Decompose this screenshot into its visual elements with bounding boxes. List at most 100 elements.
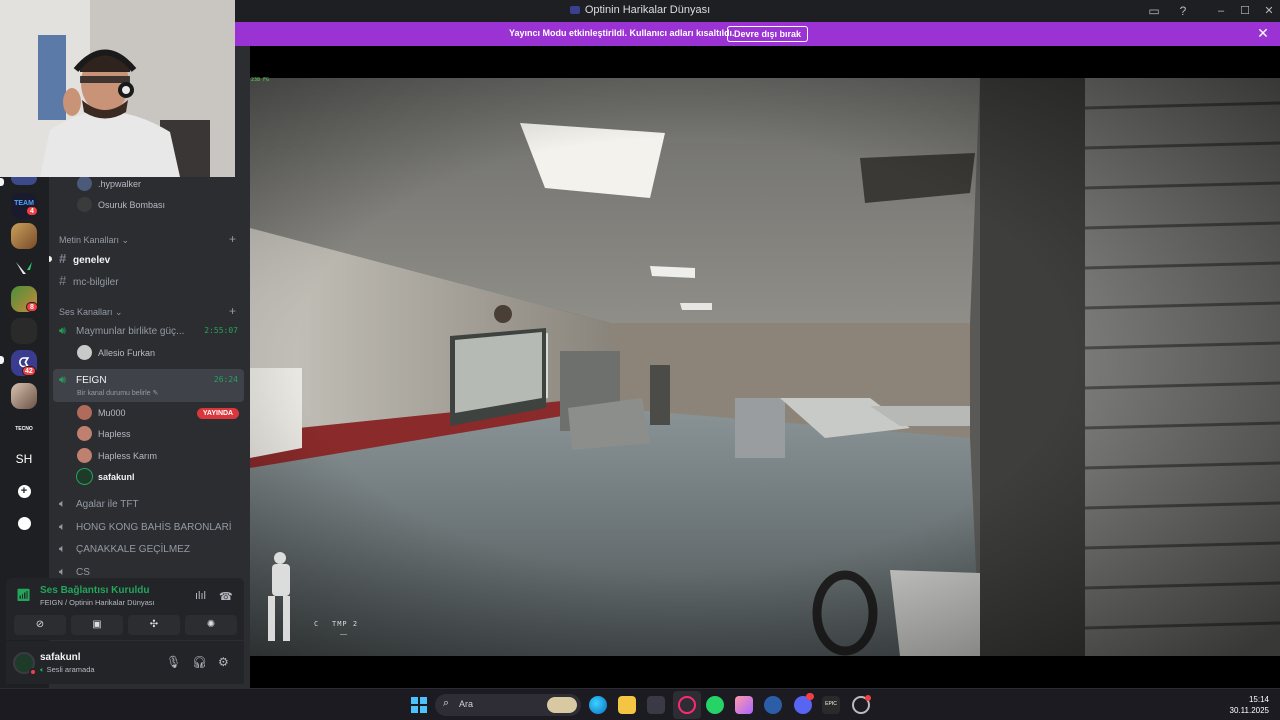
- mention-badge: 4: [26, 206, 38, 216]
- avatar: [77, 405, 92, 420]
- activities-icon: ✣: [149, 619, 159, 630]
- add-channel-icon[interactable]: +: [229, 304, 236, 318]
- clock-time: 15:14: [1248, 695, 1269, 704]
- photos-icon[interactable]: [735, 696, 753, 714]
- username[interactable]: safakunl: [40, 652, 81, 663]
- status-dot: [29, 668, 37, 676]
- voice-location[interactable]: FEIGN / Optinin Harikalar Dünyası: [40, 598, 155, 607]
- notification-badge: [806, 693, 814, 700]
- live-badge: YAYINDA: [197, 408, 239, 419]
- avatar: [77, 426, 92, 441]
- server-icon[interactable]: TECNO: [11, 416, 37, 442]
- microphone-icon[interactable]: 🎙︎: [166, 655, 181, 669]
- server-icon[interactable]: [11, 383, 37, 409]
- inbox-icon[interactable]: ▭: [1146, 3, 1162, 19]
- webcam-image: [0, 0, 235, 177]
- server-icon[interactable]: [11, 318, 37, 344]
- speaker-icon: 🔊︎: [59, 374, 66, 386]
- notification-dot: [865, 695, 871, 701]
- disconnect-icon[interactable]: ☎: [219, 590, 233, 603]
- voice-channel-feign[interactable]: 🔊︎ FEIGN 26:24: [59, 370, 244, 390]
- game-screen[interactable]: [250, 78, 1280, 656]
- avatar: [77, 197, 92, 212]
- voice-member-self[interactable]: safakunl: [77, 467, 135, 487]
- gear-icon[interactable]: ⚙: [218, 655, 229, 669]
- banner-close-icon[interactable]: ✕: [1255, 25, 1271, 41]
- server-icon[interactable]: [11, 223, 37, 249]
- whatsapp-icon[interactable]: [706, 696, 724, 714]
- search-placeholder: Ara: [459, 699, 474, 709]
- soundboard-button[interactable]: ✺: [185, 615, 237, 635]
- add-channel-icon[interactable]: +: [229, 232, 236, 246]
- hash-icon: #: [59, 273, 67, 288]
- compass-icon: [17, 517, 31, 530]
- voice-channel[interactable]: 🔈︎ ÇANAKKALE GEÇİLMEZ: [59, 539, 244, 559]
- voice-member[interactable]: Hapless Karım: [77, 446, 157, 466]
- edge-icon[interactable]: [589, 696, 607, 714]
- fps-counter: 238 FG: [251, 77, 270, 83]
- camera-button[interactable]: ⊘: [14, 615, 66, 635]
- server-indicator: [0, 356, 4, 364]
- noise-suppression-icon[interactable]: ılıl: [195, 590, 206, 602]
- channel-mc-bilgiler[interactable]: # mc-bilgiler: [59, 271, 244, 291]
- clock-date: 30.11.2025: [1229, 706, 1269, 715]
- search-highlight-icon: [547, 697, 577, 713]
- search-icon: ⌕: [443, 697, 450, 709]
- speaker-icon: 🔈︎: [59, 543, 66, 555]
- voice-channel[interactable]: 🔊︎ Maymunlar birlikte güç... 2:55:07: [59, 321, 244, 341]
- hash-icon: #: [59, 251, 67, 266]
- headphones-icon[interactable]: 🎧︎: [192, 655, 207, 669]
- user-status: 🔈︎ Sesli aramada: [40, 665, 95, 674]
- voice-status: Ses Bağlantısı Kuruldu: [40, 585, 150, 596]
- mention-badge: 42: [22, 366, 36, 376]
- valorant-icon: [16, 262, 32, 274]
- avatar: [77, 345, 92, 360]
- avatar: [77, 448, 92, 463]
- voice-member[interactable]: Allesio Furkan: [77, 343, 155, 363]
- screen-share-button[interactable]: ▣: [71, 615, 123, 635]
- hud-ammo: —: [340, 631, 347, 638]
- hud-letter: C: [314, 620, 319, 628]
- chevron-down-icon: ⌄: [121, 235, 130, 245]
- server-icon[interactable]: [11, 255, 37, 281]
- channel-status[interactable]: Bir kanal durumu belirle ✎: [77, 389, 158, 397]
- text-channels-header[interactable]: Metin Kanalları ⌄: [59, 235, 129, 246]
- taskbar: ⌕ Ara EPIC 15:14 30.11.2025: [0, 688, 1280, 720]
- avatar: [77, 176, 92, 191]
- voice-member[interactable]: Osuruk Bombası: [77, 195, 165, 215]
- steam-icon[interactable]: [764, 696, 782, 714]
- voice-member[interactable]: .hypwalker: [77, 174, 141, 194]
- signal-icon[interactable]: 📶︎: [16, 588, 31, 602]
- epic-label: EPIC: [825, 701, 837, 707]
- server-icon[interactable]: SH: [11, 446, 37, 472]
- minimize-button[interactable]: –: [1208, 0, 1234, 22]
- server-indicator: [0, 178, 4, 186]
- voice-channel[interactable]: 🔈︎ Agalar ile TFT: [59, 494, 244, 514]
- disable-streamer-mode-button[interactable]: Devre dışı bırak: [727, 26, 809, 42]
- close-button[interactable]: ✕: [1256, 0, 1280, 22]
- voice-channel[interactable]: 🔈︎ HONG KONG BAHİS BARONLARİ: [59, 517, 244, 537]
- voice-member[interactable]: Mu000: [77, 403, 126, 423]
- help-icon[interactable]: ?: [1175, 3, 1191, 19]
- speaker-icon: 🔈︎: [59, 498, 66, 510]
- discord-icon: [569, 6, 580, 14]
- activities-button[interactable]: ✣: [128, 615, 180, 635]
- windows-start-icon[interactable]: [410, 696, 428, 714]
- opera-gx-icon[interactable]: [678, 696, 696, 714]
- add-server-button[interactable]: +: [11, 479, 37, 505]
- voice-connection-panel: 📶︎ Ses Bağlantısı Kuruldu FEIGN / Optini…: [6, 578, 244, 640]
- hud-weapon: TMP 2: [332, 620, 359, 628]
- taskbar-search[interactable]: ⌕ Ara: [435, 694, 581, 716]
- voice-channels-header[interactable]: Ses Kanalları ⌄: [59, 307, 123, 318]
- channel-genelev[interactable]: # genelev: [59, 249, 244, 269]
- soundboard-icon: ✺: [206, 619, 216, 630]
- chevron-down-icon: ⌄: [115, 307, 123, 317]
- discover-button[interactable]: [11, 511, 37, 537]
- store-icon[interactable]: [647, 696, 665, 714]
- game-scene: [250, 78, 1280, 656]
- file-explorer-icon[interactable]: [618, 696, 636, 714]
- voice-member[interactable]: Hapless: [77, 424, 131, 444]
- maximize-button[interactable]: ☐: [1232, 0, 1258, 22]
- epic-games-icon[interactable]: EPIC: [822, 696, 840, 714]
- taskbar-clock[interactable]: 15:14 30.11.2025: [1225, 694, 1269, 716]
